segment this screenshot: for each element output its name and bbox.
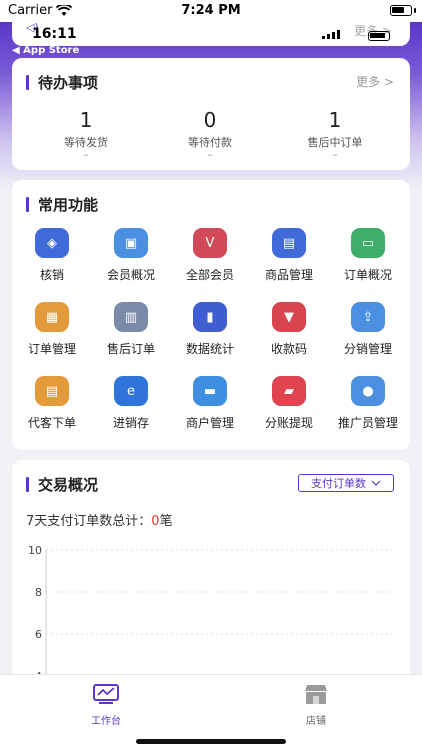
vip-card-icon: V (193, 228, 227, 258)
summary-prefix: 7天支付订单数总计： (26, 514, 152, 529)
function-item[interactable]: ◈ 核销 (12, 228, 92, 283)
function-item[interactable]: V 全部会员 (170, 228, 250, 283)
function-label: 代客下单 (27, 416, 76, 430)
functions-title-text: 常用功能 (38, 196, 99, 214)
function-item[interactable]: ⇪ 分销管理 (328, 302, 408, 357)
battery-icon (390, 5, 412, 16)
todo-more-link[interactable]: 更多 > (356, 73, 394, 90)
inventory-icon: e (114, 376, 148, 406)
function-label: 订单管理 (27, 342, 76, 356)
distribution-icon: ⇪ (351, 302, 385, 332)
function-label: 分销管理 (343, 342, 392, 356)
function-label: 会员概况 (106, 268, 155, 282)
y-tick-label: 10 (28, 544, 42, 557)
function-label: 商户管理 (185, 416, 234, 430)
member-overview-icon: ▣ (114, 228, 148, 258)
function-label: 全部会员 (185, 268, 234, 282)
function-label: 订单概况 (343, 268, 392, 282)
workbench-icon (93, 684, 119, 704)
trade-overview-card: 交易概况 支付订单数 7天支付订单数总计：0笔 10864 (12, 460, 410, 690)
inner-battery-icon (368, 31, 390, 41)
todo-card: 待办事项 更多 > 1 等待发货 – 0 等待付款 – 1 售后中订单 – (12, 58, 410, 170)
title-accent-bar (26, 197, 29, 212)
y-tick-label: 8 (35, 586, 42, 599)
battery-tip (414, 8, 416, 13)
stat-sub: – (207, 148, 213, 161)
device-status-bar: Carrier 7:24 PM (0, 0, 422, 22)
summary-value: 0 (151, 514, 160, 529)
bar-chart-icon: ▮ (193, 302, 227, 332)
withdraw-icon: ▰ (272, 376, 306, 406)
functions-title: 常用功能 (26, 194, 98, 215)
stat-awaiting-shipment[interactable]: 1 等待发货 – (21, 108, 151, 160)
function-label: 收款码 (270, 342, 307, 356)
inner-time: 16:11 (32, 26, 77, 42)
trade-title: 交易概况 (26, 474, 98, 495)
verify-icon: ◈ (35, 228, 69, 258)
function-item[interactable]: ▬ 商户管理 (170, 376, 250, 431)
common-functions-card: 常用功能 ◈ 核销 ▣ 会员概况 V 全部会员 ▤ 商品管理 ▭ 订单概况 ▦ 订单管理 ▥ 售后订单 ▮ 数… (12, 180, 410, 450)
shopping-bag-icon: ▤ (272, 228, 306, 258)
function-item[interactable]: ▮ 数据统计 (170, 302, 250, 357)
todo-title: 待办事项 (26, 72, 98, 93)
function-label: 推广员管理 (337, 416, 398, 430)
trade-line-chart: 10864 (28, 544, 396, 690)
title-accent-bar (26, 477, 29, 492)
after-sale-icon: ▥ (114, 302, 148, 332)
function-label: 商品管理 (264, 268, 313, 282)
tab-workbench[interactable]: 工作台 (66, 683, 146, 727)
function-item[interactable]: ▰ 分账提现 (249, 376, 329, 431)
function-label: 售后订单 (106, 342, 155, 356)
function-item[interactable]: ▦ 订单管理 (12, 302, 92, 357)
dropdown-label: 支付订单数 (311, 477, 366, 490)
back-to-app-store[interactable]: ◀ App Store (12, 45, 79, 56)
chevron-down-icon (371, 480, 381, 486)
todo-title-text: 待办事项 (38, 74, 99, 92)
inner-status-bar: ◁) 16:11 更多 > (12, 21, 410, 46)
promoter-icon: ● (351, 376, 385, 406)
home-indicator (136, 739, 286, 744)
stat-sub: – (332, 148, 338, 161)
function-item[interactable]: ▥ 售后订单 (91, 302, 171, 357)
function-item[interactable]: ▭ 订单概况 (328, 228, 408, 283)
stat-value: 1 (328, 108, 342, 132)
stat-awaiting-payment[interactable]: 0 等待付款 – (145, 108, 275, 160)
status-time: 7:24 PM (181, 3, 241, 18)
function-item[interactable]: ▤ 代客下单 (12, 376, 92, 431)
function-item[interactable]: ▼ 收款码 (249, 302, 329, 357)
weekly-summary: 7天支付订单数总计：0笔 (26, 510, 173, 529)
function-item[interactable]: e 进销存 (91, 376, 171, 431)
stat-value: 0 (203, 108, 217, 132)
function-item[interactable]: ● 推广员管理 (328, 376, 408, 431)
stat-after-sale[interactable]: 1 售后中订单 – (270, 108, 400, 160)
title-accent-bar (26, 75, 29, 90)
store-icon (305, 685, 327, 704)
proxy-order-icon: ▤ (35, 376, 69, 406)
function-label: 进销存 (112, 416, 149, 430)
tab-label: 工作台 (91, 716, 121, 727)
stat-sub: – (83, 148, 89, 161)
function-label: 数据统计 (185, 342, 234, 356)
tab-store[interactable]: 店铺 (276, 683, 356, 727)
trade-title-text: 交易概况 (38, 476, 99, 494)
function-item[interactable]: ▤ 商品管理 (249, 228, 329, 283)
y-tick-label: 6 (35, 628, 42, 641)
qr-receive-icon: ▼ (272, 302, 306, 332)
function-label: 分账提现 (264, 416, 313, 430)
order-overview-icon: ▭ (351, 228, 385, 258)
function-label: 核销 (39, 268, 64, 282)
cellular-signal-icon (322, 30, 340, 39)
stat-value: 1 (79, 108, 93, 132)
merchant-icon: ▬ (193, 376, 227, 406)
metric-dropdown[interactable]: 支付订单数 (298, 474, 394, 492)
order-manage-icon: ▦ (35, 302, 69, 332)
summary-suffix: 笔 (159, 514, 173, 529)
tab-label: 店铺 (306, 716, 326, 727)
function-item[interactable]: ▣ 会员概况 (91, 228, 171, 283)
